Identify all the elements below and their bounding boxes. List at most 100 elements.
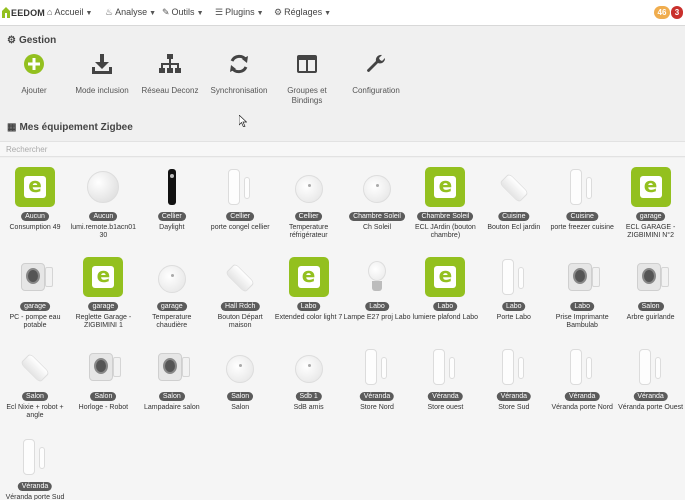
room-badge: Cuisine — [498, 212, 530, 221]
alert-count-badge[interactable]: 3 — [671, 6, 683, 19]
nav-accueil[interactable]: ⌂ Accueil ▼ — [47, 7, 92, 17]
equipment-name: PC - pompe eau potable — [9, 314, 61, 329]
room-badge: Cellier — [157, 212, 186, 221]
equipment-card[interactable]: Véranda Véranda porte Sud — [1, 428, 69, 500]
room-badge: Véranda — [17, 482, 53, 491]
device-disc-icon — [289, 347, 329, 387]
equipment-name: SdB amis — [293, 404, 324, 411]
wrench-icon — [367, 54, 386, 72]
equipment-card[interactable]: Salon Arbre guirlande — [617, 248, 685, 338]
caret-down-icon: ▼ — [256, 10, 264, 17]
room-badge: Labo — [433, 302, 458, 311]
equipment-name: Temperature réfrigérateur — [288, 224, 329, 239]
equipment-card[interactable]: Véranda Véranda porte Ouest — [617, 338, 685, 428]
equipment-card[interactable]: Labo Porte Labo — [480, 248, 548, 338]
jeedom-logo[interactable]: EEDOM — [0, 2, 45, 24]
equipment-name: Store ouest — [427, 404, 464, 411]
device-square-icon — [220, 257, 260, 297]
equipment-name: Consumption 49 — [9, 224, 61, 231]
room-badge: Salon — [227, 392, 254, 401]
equipment-name: Reglette Garage - ZIGBIMINI 1 — [75, 314, 132, 329]
device-enedis-icon — [288, 257, 329, 297]
equipment-card[interactable]: Chambre Soleil ECL JArdin (bouton chambre… — [411, 158, 479, 248]
equipment-card[interactable]: Salon Lampadaire salon — [138, 338, 206, 428]
room-badge: Salon — [90, 392, 117, 401]
caret-down-icon: ▼ — [149, 10, 157, 17]
search-input[interactable] — [0, 141, 685, 157]
equipment-card[interactable]: garage ECL GARAGE - ZIGBIMINI N°2 — [617, 158, 685, 248]
equipment-card[interactable]: garage PC - pompe eau potable — [1, 248, 69, 338]
equipment-card[interactable]: Chambre Soleil Ch Soleil — [343, 158, 411, 248]
room-badge: Labo — [502, 302, 526, 311]
device-contact-icon — [494, 257, 534, 297]
room-badge: Sdb 1 — [295, 392, 322, 401]
groups-bindings-button[interactable]: Groupes et Bindings — [267, 52, 347, 106]
analysis-icon: ♨ — [105, 7, 114, 17]
device-disc-icon — [220, 347, 260, 387]
equipment-card[interactable]: Véranda Véranda porte Nord — [548, 338, 616, 428]
device-contact-icon — [494, 347, 534, 387]
equipment-name: Daylight — [159, 224, 185, 231]
room-badge: Labo — [365, 302, 389, 311]
device-enedis-icon — [83, 257, 124, 297]
room-badge: Véranda — [496, 392, 532, 401]
equipment-card[interactable]: Cellier Daylight — [138, 158, 206, 248]
device-contact-icon — [631, 347, 671, 387]
room-badge: Véranda — [564, 392, 600, 401]
device-disc-icon — [289, 167, 329, 207]
equipment-card[interactable]: Sdb 1 SdB amis — [275, 338, 343, 428]
equipment-card[interactable]: Salon Ecl Nixie + robot + angle — [1, 338, 69, 428]
room-badge: Salon — [637, 302, 664, 311]
room-badge: Hall Rdch — [221, 302, 260, 311]
equipment-card[interactable]: Hall Rdch Bouton Départ maison — [206, 248, 274, 338]
room-badge: garage — [88, 302, 119, 311]
equipment-name: ECL GARAGE - ZIGBIMINI N°2 — [625, 224, 676, 239]
device-remote-icon — [152, 167, 192, 207]
equipment-card[interactable]: Cellier porte congel cellier — [206, 158, 274, 248]
equipment-card[interactable]: Véranda Store Nord — [343, 338, 411, 428]
room-badge: Véranda — [633, 392, 668, 401]
nav-analyse[interactable]: ♨ Analyse ▼ — [105, 7, 156, 18]
top-navbar: EEDOM ⌂ Accueil ▼ ♨ Analyse ▼ ✎ Outils ▼ ☰ Plug… — [0, 0, 685, 26]
equipment-name: Ch Soleil — [362, 224, 391, 231]
equipment-card[interactable]: Labo Lampe E27 proj Labo — [343, 248, 411, 338]
device-contact-icon — [15, 437, 55, 477]
equipment-card[interactable]: Cellier Temperature réfrigérateur — [275, 158, 343, 248]
room-badge: Labo — [296, 302, 321, 311]
room-badge: Cuisine — [566, 212, 598, 221]
room-badge: garage — [635, 212, 666, 221]
equipment-card[interactable]: Aucun Consumption 49 — [1, 158, 69, 248]
room-badge: Salon — [158, 392, 185, 401]
equipment-card[interactable]: Cuisine porte freezer cuisine — [548, 158, 616, 248]
device-plug-icon — [83, 347, 123, 387]
equipment-card[interactable]: Labo Extended color light 7 — [275, 248, 343, 338]
sync-icon — [230, 54, 248, 74]
device-ball-icon — [83, 167, 123, 207]
device-bulb-icon — [357, 257, 397, 297]
columns-icon — [297, 55, 317, 73]
equipment-grid: Aucun Consumption 49 Aucun lumi.remote.b1ac… — [0, 158, 685, 500]
equipment-name: Véranda porte Sud — [5, 494, 65, 500]
equipment-card[interactable]: Salon Horloge - Robot — [69, 338, 137, 428]
equipment-card[interactable]: Salon Salon — [206, 338, 274, 428]
equipment-card[interactable]: Aucun lumi.remote.b1acn01 30 — [69, 158, 137, 248]
equipment-card[interactable]: Véranda Store Sud — [480, 338, 548, 428]
room-badge: Chambre Soleil — [417, 212, 474, 221]
deconz-network-button[interactable]: Réseau Deconz — [130, 52, 210, 96]
equipment-name: porte congel cellier — [210, 224, 270, 231]
device-enedis-icon — [630, 167, 671, 207]
nav-outils[interactable]: ✎ Outils ▼ — [162, 7, 204, 18]
equipment-card[interactable]: garage Reglette Garage - ZIGBIMINI 1 — [69, 248, 137, 338]
equipment-card[interactable]: garage Temperature chaudière — [138, 248, 206, 338]
equipment-card[interactable]: Véranda Store ouest — [411, 338, 479, 428]
configuration-button[interactable]: Configuration — [336, 52, 416, 96]
device-contact-icon — [562, 167, 602, 207]
equipment-card[interactable]: Cuisine Bouton Ecl jardin — [480, 158, 548, 248]
nav-plugins[interactable]: ☰ Plugins ▼ — [215, 7, 264, 18]
wrench-icon: ✎ — [162, 7, 170, 17]
warning-count-badge[interactable]: 46 — [654, 6, 670, 19]
equipment-card[interactable]: Labo lumiere plafond Labo — [411, 248, 479, 338]
equipment-card[interactable]: Labo Prise Imprimante Bambulab — [548, 248, 616, 338]
download-icon — [92, 54, 112, 74]
nav-reglages[interactable]: ⚙ Réglages ▼ — [274, 7, 331, 18]
